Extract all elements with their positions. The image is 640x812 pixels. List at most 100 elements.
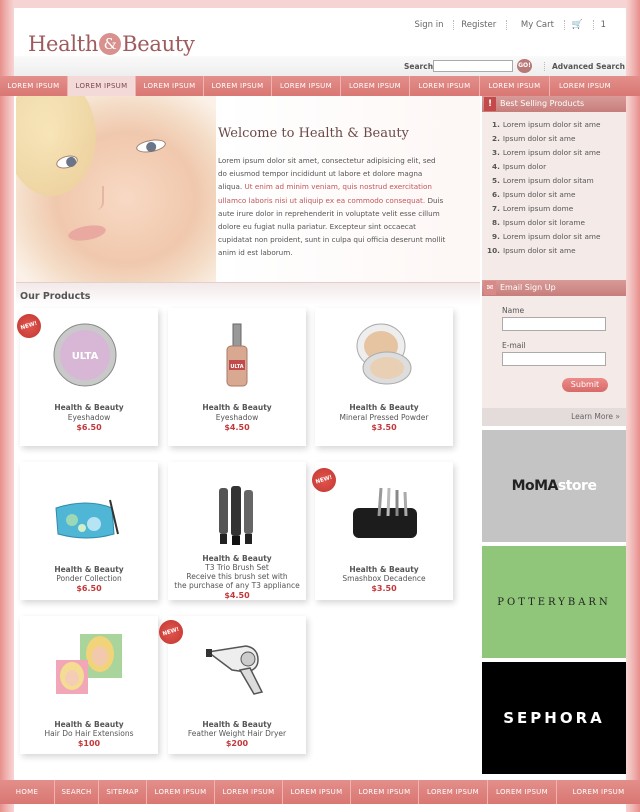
site-logo[interactable]: Health & Beauty bbox=[28, 32, 195, 56]
footer-link[interactable]: LOREM IPSUM bbox=[419, 780, 488, 804]
submit-button[interactable]: Submit bbox=[562, 378, 608, 392]
nav-item[interactable]: LOREM IPSUM bbox=[204, 76, 272, 96]
product-price: $3.50 bbox=[371, 584, 397, 593]
nav-item[interactable]: LOREM IPSUM bbox=[410, 76, 480, 96]
hair-shape bbox=[16, 96, 96, 196]
product-name: Ponder Collection bbox=[56, 574, 122, 583]
best-selling-item[interactable]: 7. Lorem ipsum dome bbox=[492, 202, 626, 216]
main-nav: LOREM IPSUM LOREM IPSUM LOREM IPSUM LORE… bbox=[0, 76, 640, 96]
email-signup-title: Email Sign Up bbox=[500, 283, 556, 292]
best-selling-item[interactable]: 2. Ipsum dolor sit ame bbox=[492, 132, 626, 146]
my-cart-label: My Cart bbox=[520, 20, 554, 30]
product-price: $100 bbox=[77, 739, 101, 748]
footer-link[interactable]: LOREM IPSUM bbox=[147, 780, 215, 804]
pressed-powder-image bbox=[356, 323, 412, 385]
footer-link[interactable]: LOREM IPSUM bbox=[488, 780, 557, 804]
sephora-ad[interactable]: SEPHORA bbox=[482, 662, 626, 774]
sign-in-link[interactable]: Sign in bbox=[408, 20, 451, 30]
nav-item[interactable]: LOREM IPSUM bbox=[136, 76, 204, 96]
name-field[interactable] bbox=[502, 317, 606, 331]
best-selling-item[interactable]: 8. Ipsum dolor sit lorame bbox=[492, 216, 626, 230]
logo-ampersand: & bbox=[99, 33, 122, 55]
hero-text-highlight: Ut enim ad minim veniam, quis nostrud ex… bbox=[218, 182, 432, 205]
nav-item[interactable]: LOREM IPSUM bbox=[550, 76, 620, 96]
nav-item[interactable]: LOREM IPSUM bbox=[0, 76, 68, 96]
moma-store-ad[interactable]: MoMA store bbox=[482, 430, 626, 542]
footer-link-home[interactable]: HOME bbox=[0, 780, 55, 804]
product-brand: Health & Beauty bbox=[202, 403, 272, 412]
product-card[interactable]: Health & Beauty Ponder Collection $6.50 bbox=[20, 462, 158, 600]
footer-link-search[interactable]: SEARCH bbox=[55, 780, 99, 804]
hair-dryer-image bbox=[206, 645, 264, 695]
list-number: 2. bbox=[492, 134, 500, 143]
product-name: Eyeshadow bbox=[215, 413, 259, 422]
advanced-search-link[interactable]: Advanced Search bbox=[544, 62, 625, 71]
cart-count: 1 bbox=[592, 20, 613, 30]
best-selling-header: ! Best Selling Products bbox=[482, 96, 626, 112]
product-price: $3.50 bbox=[371, 423, 397, 432]
footer-link[interactable]: LOREM IPSUM bbox=[351, 780, 419, 804]
product-brand: Health & Beauty bbox=[54, 565, 124, 574]
best-selling-text: Lorem ipsum dolor sit ame bbox=[502, 120, 601, 129]
top-links: Sign in Register My Cart 🛒 1 bbox=[408, 20, 621, 30]
best-selling-title: Best Selling Products bbox=[500, 99, 585, 108]
list-number: 8. bbox=[492, 218, 500, 227]
search-go-button[interactable]: GO! bbox=[517, 59, 532, 73]
product-price: $6.50 bbox=[76, 423, 102, 432]
best-selling-item[interactable]: 6. Ipsum dolor sit ame bbox=[492, 188, 626, 202]
footer-link[interactable]: LOREM IPSUM bbox=[283, 780, 351, 804]
email-field[interactable] bbox=[502, 352, 606, 366]
footer-link-sitemap[interactable]: SITEMAP bbox=[99, 780, 147, 804]
product-card[interactable]: Health & Beauty Feather Weight Hair Drye… bbox=[168, 616, 306, 754]
envelope-icon: ✉ bbox=[484, 281, 496, 295]
page: Health & Beauty Sign in Register My Cart 🛒… bbox=[0, 8, 640, 812]
best-selling-item[interactable]: 4. Ipsum dolor bbox=[492, 160, 626, 174]
best-selling-item[interactable]: 9. Lorem ipsum dolor sit ame bbox=[492, 230, 626, 244]
logo-text-left: Health bbox=[28, 32, 99, 56]
eyeshadow-compact-image: ULTA bbox=[53, 323, 117, 387]
product-price: $4.50 bbox=[224, 591, 250, 600]
best-selling-item[interactable]: 1. Lorem ipsum dolor sit ame bbox=[492, 118, 626, 132]
cosmetic-bag-image bbox=[55, 499, 119, 539]
product-price: $6.50 bbox=[76, 584, 102, 593]
list-number: 1. bbox=[492, 120, 500, 129]
product-card[interactable]: Health & Beauty Hair Do Hair Extensions … bbox=[20, 616, 158, 754]
product-name: Mineral Pressed Powder bbox=[339, 413, 429, 422]
learn-more-link[interactable]: Learn More » bbox=[482, 408, 626, 426]
product-brand: Health & Beauty bbox=[54, 720, 124, 729]
product-name: Hair Do Hair Extensions bbox=[44, 729, 134, 738]
moma-text: MoMA bbox=[511, 478, 559, 494]
best-selling-text: Ipsum dolor sit ame bbox=[502, 134, 576, 143]
product-brand: Health & Beauty bbox=[202, 554, 272, 563]
hero-banner: Welcome to Health & Beauty Lorem ipsum d… bbox=[16, 96, 480, 282]
list-number: 3. bbox=[492, 148, 500, 157]
nav-item[interactable]: LOREM IPSUM bbox=[480, 76, 550, 96]
pottery-barn-ad[interactable]: POTTERYBARN bbox=[482, 546, 626, 658]
product-card[interactable]: Health & Beauty T3 Trio Brush Set Receiv… bbox=[168, 462, 306, 600]
best-selling-item[interactable]: 5. Lorem ipsum dolor sitam bbox=[492, 174, 626, 188]
product-card[interactable]: Health & Beauty Mineral Pressed Powder $… bbox=[315, 308, 453, 446]
best-selling-text: Ipsum dolor bbox=[502, 162, 547, 171]
eye-shape bbox=[135, 137, 167, 155]
search-label: Search bbox=[404, 62, 434, 71]
register-link[interactable]: Register bbox=[453, 20, 503, 30]
best-selling-text: Lorem ipsum dome bbox=[502, 204, 574, 213]
footer-link[interactable]: LOREM IPSUM bbox=[215, 780, 283, 804]
list-number: 9. bbox=[492, 232, 500, 241]
best-selling-item[interactable]: 10. Ipsum dolor sit ame bbox=[487, 244, 626, 258]
model-face-image bbox=[16, 96, 216, 282]
best-selling-item[interactable]: 3. Lorem ipsum dolor sit ame bbox=[492, 146, 626, 160]
search-input[interactable] bbox=[433, 60, 513, 72]
products-title: Our Products bbox=[20, 291, 91, 302]
ulta-logo-text: ULTA bbox=[72, 351, 99, 362]
name-label: Name bbox=[502, 306, 525, 315]
nav-item[interactable]: LOREM IPSUM bbox=[272, 76, 341, 96]
nav-item[interactable]: LOREM IPSUM bbox=[341, 76, 410, 96]
product-card[interactable]: ULTA Health & Beauty Eyeshadow $4.50 bbox=[168, 308, 306, 446]
nav-item-active[interactable]: LOREM IPSUM bbox=[68, 76, 136, 96]
list-number: 4. bbox=[492, 162, 500, 171]
email-signup-header: ✉ Email Sign Up bbox=[482, 280, 626, 296]
my-cart-link[interactable]: My Cart 🛒 1 bbox=[505, 20, 620, 30]
email-label: E-mail bbox=[502, 341, 526, 350]
footer-link[interactable]: LOREM IPSUM bbox=[557, 780, 640, 804]
